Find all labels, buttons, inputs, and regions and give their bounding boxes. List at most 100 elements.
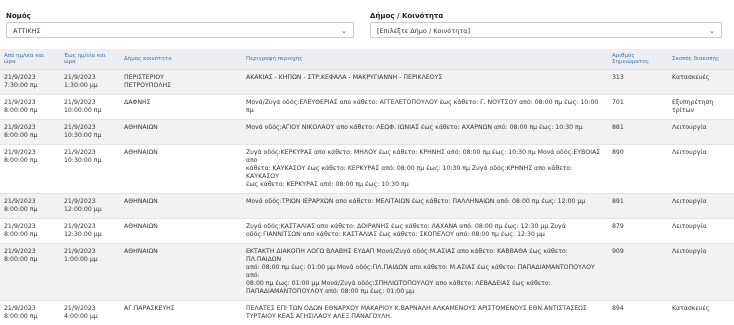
cell-to: 21/9/202312:00:00 μμ (60, 194, 120, 219)
cell-municipality-line: ΠΕΤΡΟΥΠΟΛΗΣ (124, 82, 238, 90)
cell-to-line: 10:00:00 πμ (64, 107, 116, 115)
cell-description: ΕΚΤΑΚΤΗ ΔΙΑΚΟΠΗ ΛΟΓΩ ΒΛΑΒΗΣ ΕΥΔΑΠ Μονά/Ζ… (242, 244, 608, 301)
cell-reason-line: τρίτων (672, 107, 730, 115)
cell-from: 21/9/20238:00:00 πμ (0, 219, 60, 244)
cell-number: 879 (608, 219, 668, 244)
cell-to: 21/9/202310:30:00 πμ (60, 120, 120, 145)
cell-municipality: ΔΑΦΝΗΣ (120, 95, 242, 120)
cell-description-line: Μονά οδός:ΤΡΙΩΝ ΙΕΡΑΡΧΩΝ απο κάθετο: ΜΕΛ… (246, 198, 604, 206)
cell-number: 313 (608, 70, 668, 95)
cell-description: Μονά οδός:ΤΡΙΩΝ ΙΕΡΑΡΧΩΝ απο κάθετο: ΜΕΛ… (242, 194, 608, 219)
cell-description: Ζυγά οδός:ΚΑΣΤΑΛΙΑΣ απο κάθετο: ΔΟΙΡΑΝΗΣ… (242, 219, 608, 244)
cell-description-line: Ζυγά οδός:ΚΑΣΤΑΛΙΑΣ απο κάθετο: ΔΟΙΡΑΝΗΣ… (246, 223, 604, 231)
cell-reason: Λειτουργία (668, 219, 734, 244)
table-row: 21/9/20238:00:00 πμ21/9/202310:30:00 πμΑ… (0, 120, 734, 145)
cell-to-line: 10:30:00 πμ (64, 132, 116, 140)
cell-municipality: ΑΘΗΝΑΙΩΝ (120, 145, 242, 194)
cell-from: 21/9/20238:00:00 πμ (0, 120, 60, 145)
cell-from-line: 21/9/2023 (4, 223, 56, 231)
cell-reason-line: Εξυπηρέτηση (672, 99, 730, 107)
prefecture-select[interactable]: ΑΤΤΙΚΗΣ ⌄ (6, 22, 354, 38)
chevron-down-icon: ⌄ (709, 23, 715, 39)
cell-number-line: 313 (612, 74, 664, 82)
cell-reason: Κατασκευές (668, 70, 734, 95)
cell-reason-line: Λειτουργία (672, 198, 730, 206)
cell-reason: Λειτουργία (668, 145, 734, 194)
cell-to-line: 1:30:00 μμ (64, 82, 116, 90)
cell-to-line: 21/9/2023 (64, 74, 116, 82)
cell-reason-line: Λειτουργία (672, 149, 730, 157)
header-from[interactable]: Από ημ/νία και ώρα (0, 49, 60, 70)
cell-number-line: 894 (612, 305, 664, 313)
cell-description: Ζυγά οδός:ΚΕΡΚΥΡΑΣ απο κάθετο: ΜΗΛΟΥ έως… (242, 145, 608, 194)
cell-number: 894 (608, 301, 668, 325)
cell-reason: Εξυπηρέτησητρίτων (668, 95, 734, 120)
cell-municipality-line: ΑΘΗΝΑΙΩΝ (124, 149, 238, 157)
table-row: 21/9/20238:00:00 πμ21/9/20231:00:00 μμΑΘ… (0, 244, 734, 301)
table-row: 21/9/20238:00:00 πμ21/9/202312:30:00 μμΑ… (0, 219, 734, 244)
cell-reason-line: Λειτουργία (672, 223, 730, 231)
cell-description: ΑΚΑΚΙΑΣ - ΚΗΠΩΝ - ΣΤΡ.ΚΕΦΑΛΑ - ΜΑΚΡΥΓΙΑΝ… (242, 70, 608, 95)
cell-to-line: 1:00:00 μμ (64, 256, 116, 264)
cell-municipality-line: ΑΘΗΝΑΙΩΝ (124, 248, 238, 256)
cell-to: 21/9/202310:00:00 πμ (60, 95, 120, 120)
cell-municipality: ΑΘΗΝΑΙΩΝ (120, 244, 242, 301)
cell-description: Μονά οδός:ΑΓΙΟΥ ΝΙΚΟΛΑΟΥ απο κάθετο: ΛΕΩ… (242, 120, 608, 145)
prefecture-label: Νομός (6, 12, 31, 20)
cell-to-line: 21/9/2023 (64, 124, 116, 132)
cell-reason: Λειτουργία (668, 244, 734, 301)
cell-municipality-line: ΠΕΡΙΣΤΕΡΙΟΥ (124, 74, 238, 82)
header-number[interactable]: Αριθμός Σημειώματος (608, 49, 668, 70)
cell-from: 21/9/20237:30:00 πμ (0, 70, 60, 95)
cell-description: ΠΕΛΑΤΕΣ ΕΠΙ ΤΩΝ ΟΔΩΝ ΕΘΝΑΡΧΟΥ ΜΑΚΑΡΙΟΥ Κ… (242, 301, 608, 325)
cell-to: 21/9/20234:00:00 μμ (60, 301, 120, 325)
table-row: 21/9/20238:00:00 πμ21/9/202312:00:00 μμ Α… (0, 194, 734, 219)
cell-from-line: 21/9/2023 (4, 305, 56, 313)
cell-to-line: 10:30:00 πμ (64, 157, 116, 165)
cell-municipality: ΠΕΡΙΣΤΕΡΙΟΥΠΕΤΡΟΥΠΟΛΗΣ (120, 70, 242, 95)
cell-reason-line: Κατασκευές (672, 305, 730, 313)
table-row: 21/9/20238:00:00 πμ21/9/202310:00:00 πμΔ… (0, 95, 734, 120)
cell-from: 21/9/20238:00:00 πμ (0, 301, 60, 325)
cell-municipality-line: ΑΘΗΝΑΙΩΝ (124, 198, 238, 206)
prefecture-value: ΑΤΤΙΚΗΣ (13, 27, 41, 35)
cell-number: 891 (608, 194, 668, 219)
cell-description-line: ΠΕΛΑΤΕΣ ΕΠΙ ΤΩΝ ΟΔΩΝ ΕΘΝΑΡΧΟΥ ΜΑΚΑΡΙΟΥ Κ… (246, 305, 604, 313)
cell-description-line: από: 08:00 πμ έως: 01:00 μμ Μονά οδός:ΠΛ… (246, 264, 604, 280)
cell-description-line: οδός:ΓΙΑΝΝΙΤΣΩΝ απο κάθετο: ΚΑΣΤΑΛΙΑΣ έω… (246, 231, 604, 239)
header-to[interactable]: Έως ημ/νία και ώρα (60, 49, 120, 70)
cell-reason: Λειτουργία (668, 194, 734, 219)
cell-description-line: έως κάθετο: ΚΕΡΚΥΡΑΣ από: 08:00 πμ έως: … (246, 181, 604, 189)
cell-municipality-line: ΑΘΗΝΑΙΩΝ (124, 223, 238, 231)
cell-to-line: 21/9/2023 (64, 149, 116, 157)
cell-number-line: 890 (612, 149, 664, 157)
cell-to: 21/9/20231:30:00 μμ (60, 70, 120, 95)
cell-from-line: 8:00:00 πμ (4, 132, 56, 140)
cell-reason-line: Λειτουργία (672, 248, 730, 256)
cell-from: 21/9/20238:00:00 πμ (0, 194, 60, 219)
cell-from-line: 21/9/2023 (4, 149, 56, 157)
cell-number-line: 881 (612, 124, 664, 132)
cell-to: 21/9/20231:00:00 μμ (60, 244, 120, 301)
cell-description-line: ΤΥΡΤΑΙΟΥ ΚΕΑΣ ΑΓΗΣΙΛΑΟΥ ΑΛΕΞ.ΠΑΝΑΓΟΥΛΗ. (246, 313, 604, 321)
cell-description: Μονά/Ζυγά οδός:ΕΛΕΥΘΕΡΙΑΣ απο κάθετο: ΑΓ… (242, 95, 608, 120)
cell-from-line: 21/9/2023 (4, 99, 56, 107)
header-description[interactable]: Περιγραφή περιοχής (242, 49, 608, 70)
header-reason[interactable]: Σκοπός διακοπής (668, 49, 734, 70)
cell-description-line: 08:00 πμ έως: 01:00 μμ Μονά/Ζυγά οδός:ΣΠ… (246, 280, 604, 288)
cell-number-line: 879 (612, 223, 664, 231)
cell-reason-line: Λειτουργία (672, 124, 730, 132)
cell-from-line: 21/9/2023 (4, 74, 56, 82)
cell-from-line: 21/9/2023 (4, 124, 56, 132)
table-row: 21/9/20238:00:00 πμ21/9/20234:00:00 μμΑΓ… (0, 301, 734, 325)
cell-to-line: 21/9/2023 (64, 198, 116, 206)
chevron-down-icon: ⌄ (341, 23, 347, 39)
cell-description-line: ΠΑΠΑΔΙΑΜΑΝΤΟΠΟΥΛΟΥ από: 08:00 πμ έως: 01… (246, 288, 604, 296)
cell-number-line: 909 (612, 248, 664, 256)
cell-from-line: 8:00:00 πμ (4, 231, 56, 239)
filter-bar: Νομός ΑΤΤΙΚΗΣ ⌄ Δήμος / Κοινότητα [Επιλέ… (6, 10, 730, 44)
cell-from-line: 8:00:00 πμ (4, 157, 56, 165)
header-municipality[interactable]: Δήμος κοινότητα (120, 49, 242, 70)
cell-from-line: 21/9/2023 (4, 198, 56, 206)
municipality-select[interactable]: [Επιλέξτε Δήμο / Κοινότητα] ⌄ (370, 22, 722, 38)
